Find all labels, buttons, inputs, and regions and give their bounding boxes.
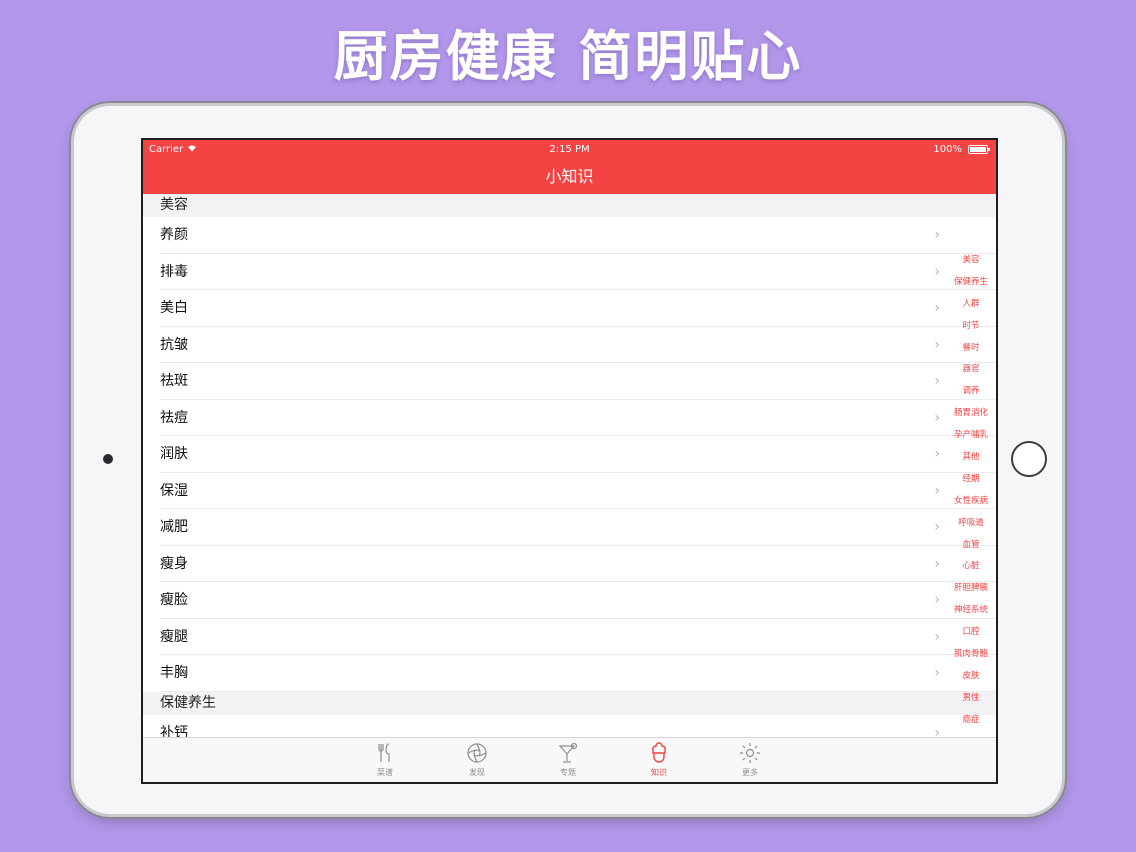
section-header: 美容 <box>143 194 996 217</box>
chevron-right-icon: › <box>934 628 940 645</box>
index-entry[interactable]: 肝胆脾胰 <box>948 578 994 600</box>
index-entry[interactable]: 肌肉骨骼 <box>948 644 994 666</box>
chevron-right-icon: › <box>934 519 940 535</box>
section-header: 保健养生 <box>143 691 996 715</box>
chevron-right-icon: › <box>934 227 940 243</box>
index-entry[interactable]: 时节 <box>948 316 994 338</box>
status-time: 2:15 PM <box>549 144 590 155</box>
list-item[interactable]: 瘦身 › <box>143 546 996 583</box>
list-item[interactable]: 减肥 › <box>143 509 996 546</box>
list-item-label: 丰胸 <box>160 665 188 681</box>
chevron-right-icon: › <box>934 336 940 353</box>
tab-more[interactable]: 更多 <box>720 741 780 778</box>
index-entry[interactable]: 调养 <box>948 381 994 403</box>
chevron-right-icon: › <box>934 300 940 316</box>
chevron-right-icon: › <box>934 555 940 572</box>
index-entry[interactable]: 器官 <box>948 359 994 381</box>
tab-knowledge[interactable]: 知识 <box>629 741 689 778</box>
promo-headline: 厨房健康 简明贴心 <box>333 25 803 88</box>
index-entry[interactable]: 呼吸道 <box>948 513 994 535</box>
list-item[interactable]: 瘦脸 › <box>143 582 996 619</box>
list-item-label: 抗皱 <box>160 336 188 353</box>
index-entry[interactable]: 保健养生 <box>948 272 994 294</box>
list-item[interactable]: 补钙 › <box>143 715 996 739</box>
chevron-right-icon: › <box>934 409 940 426</box>
list-item[interactable]: 祛斑 › <box>143 363 996 400</box>
ipad-frame: Carrier 2:15 PM 100% 小知识 美容 养颜 › 排毒 › 美白 › 抗皱 › 祛… <box>74 106 1062 814</box>
gear-icon <box>738 741 762 765</box>
list-item-label: 养颜 <box>160 227 188 243</box>
index-entry[interactable]: 肠胃消化 <box>948 403 994 425</box>
front-camera <box>103 454 113 464</box>
tab-topics[interactable]: 专题 <box>538 741 598 778</box>
cocktail-icon <box>556 741 580 765</box>
index-entry[interactable]: 神经系统 <box>948 600 994 622</box>
list-item[interactable]: 润肤 › <box>143 436 996 473</box>
list-item-label: 瘦身 <box>160 555 188 572</box>
list-item[interactable]: 美白 › <box>143 290 996 327</box>
index-entry[interactable]: 心脏 <box>948 556 994 578</box>
tab-label: 知识 <box>651 768 667 777</box>
tab-label: 菜谱 <box>377 768 393 777</box>
index-entry[interactable]: 孕产哺乳 <box>948 425 994 447</box>
list-item-label: 排毒 <box>160 263 188 280</box>
list-item-label: 瘦脸 <box>160 592 188 608</box>
list-item[interactable]: 排毒 › <box>143 254 996 291</box>
chevron-right-icon: › <box>934 446 940 462</box>
list-item[interactable]: 保湿 › <box>143 473 996 510</box>
index-entry[interactable]: 经期 <box>948 469 994 491</box>
tab-label: 发现 <box>469 768 485 777</box>
list-item-label: 祛痘 <box>160 409 188 426</box>
tab-label: 专题 <box>560 768 576 777</box>
chevron-right-icon: › <box>934 724 940 739</box>
status-bar: Carrier 2:15 PM 100% <box>143 140 996 160</box>
list-item-label: 美白 <box>160 300 188 316</box>
fork-knife-icon <box>373 741 397 765</box>
tab-recipes[interactable]: 菜谱 <box>355 741 415 778</box>
chevron-right-icon: › <box>934 482 940 499</box>
index-entry[interactable]: 口腔 <box>948 622 994 644</box>
tab-bar: 菜谱 发现 专题 知识 更多 <box>143 737 996 782</box>
index-entry[interactable]: 其他 <box>948 447 994 469</box>
list-item-label: 保湿 <box>160 482 188 499</box>
index-entry[interactable]: 癌症 <box>948 710 994 732</box>
list-item-label: 补钙 <box>160 724 188 739</box>
list-item[interactable]: 抗皱 › <box>143 327 996 364</box>
list-item[interactable]: 祛痘 › <box>143 400 996 437</box>
index-entry[interactable]: 美容 <box>948 250 994 272</box>
index-entry[interactable]: 血管 <box>948 535 994 557</box>
list-item[interactable]: 养颜 › <box>143 217 996 254</box>
index-entry[interactable]: 皮肤 <box>948 666 994 688</box>
list-item-label: 瘦腿 <box>160 628 188 645</box>
chevron-right-icon: › <box>934 592 940 608</box>
knowledge-list[interactable]: 美容 养颜 › 排毒 › 美白 › 抗皱 › 祛斑 › 祛痘 › 润肤 › 保湿 › 减肥 › 瘦身 › 瘦脸 › 瘦腿 › 丰胸… <box>143 194 996 738</box>
list-item-label: 祛斑 <box>160 373 188 389</box>
chevron-right-icon: › <box>934 373 940 389</box>
nav-bar: 小知识 <box>143 160 996 194</box>
battery-percent: 100% <box>933 144 962 155</box>
chevron-right-icon: › <box>934 665 940 681</box>
chevron-right-icon: › <box>934 263 940 280</box>
home-button[interactable] <box>1011 441 1047 477</box>
chef-icon <box>647 741 671 765</box>
section-index-bar[interactable]: 美容 保健养生 人群 时节 餐时 器官 调养 肠胃消化 孕产哺乳 其他 经期 女性疾病 呼吸道 血管 心脏肝… <box>948 250 994 732</box>
tab-label: 更多 <box>742 768 758 777</box>
tab-discover[interactable]: 发现 <box>447 741 507 778</box>
aperture-icon <box>465 741 489 765</box>
list-item-label: 润肤 <box>160 446 188 462</box>
index-entry[interactable]: 男性 <box>948 688 994 710</box>
app-screen: Carrier 2:15 PM 100% 小知识 美容 养颜 › 排毒 › 美白 › 抗皱 › 祛… <box>141 138 998 784</box>
index-entry[interactable]: 女性疾病 <box>948 491 994 513</box>
index-entry[interactable]: 人群 <box>948 294 994 316</box>
list-item-label: 减肥 <box>160 519 188 535</box>
index-entry[interactable]: 餐时 <box>948 338 994 360</box>
list-item[interactable]: 瘦腿 › <box>143 619 996 656</box>
page-title: 小知识 <box>545 167 594 186</box>
battery-icon <box>968 145 990 154</box>
list-item[interactable]: 丰胸 › <box>143 655 996 692</box>
